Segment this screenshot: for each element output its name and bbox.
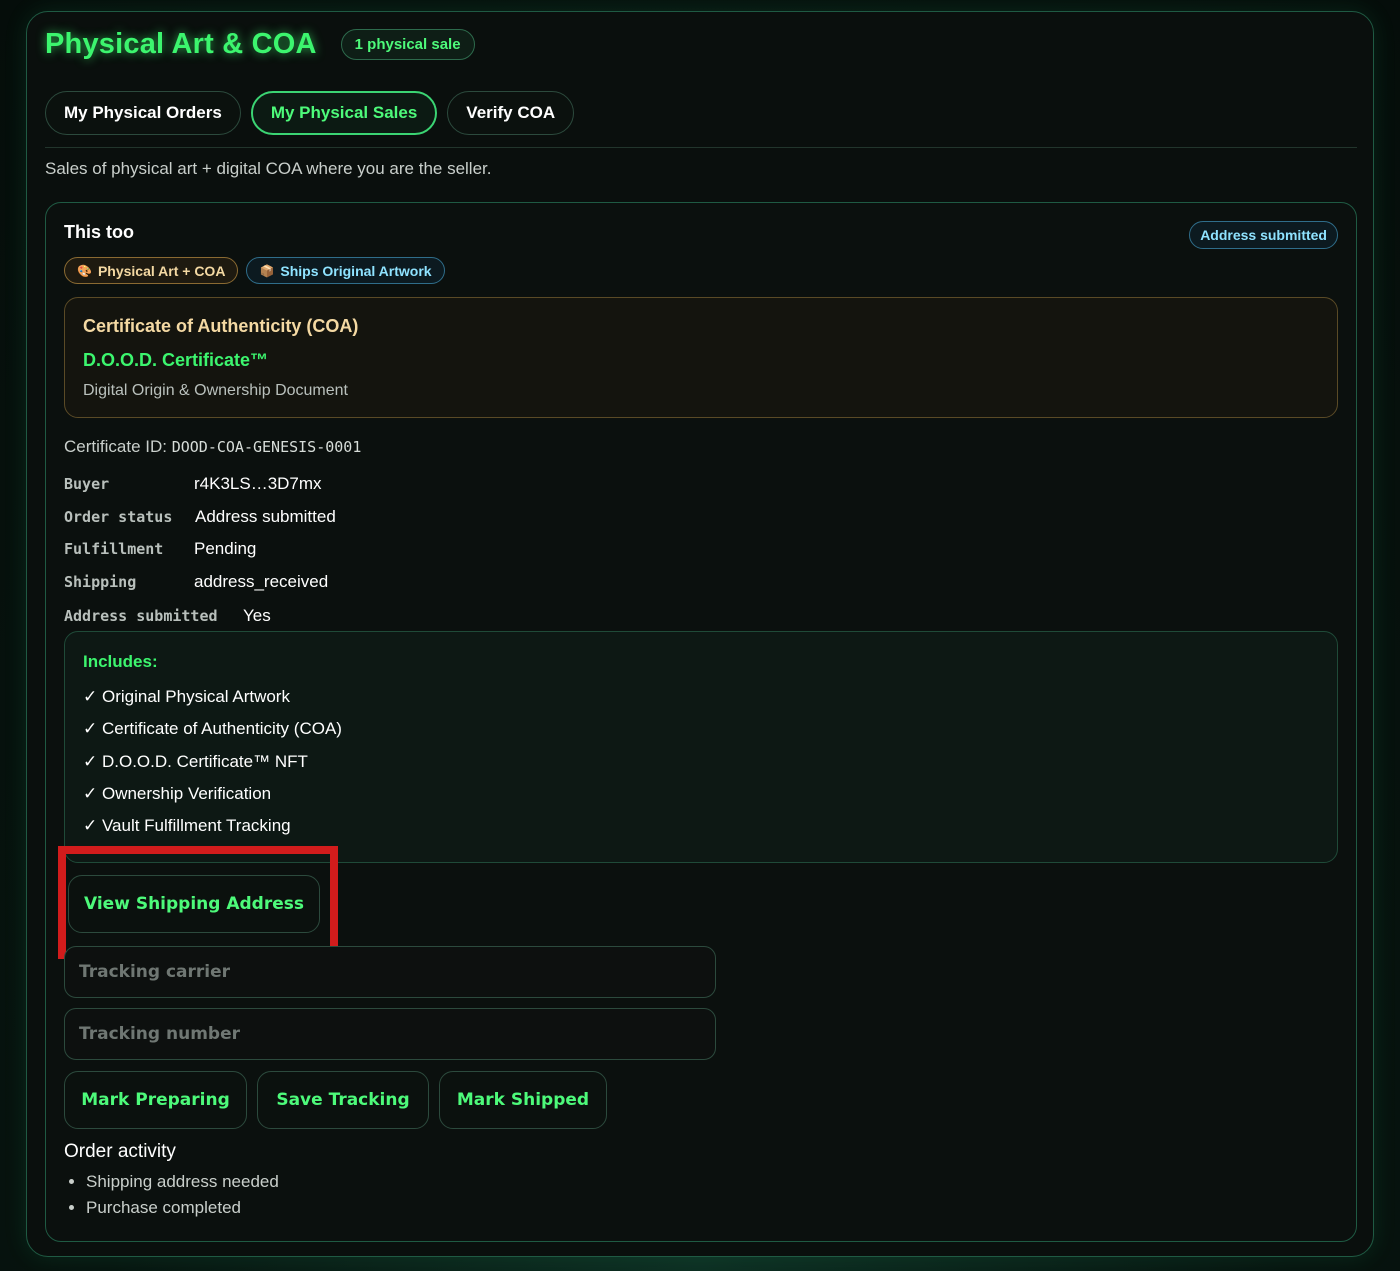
order-activity-title: Order activity [64,1141,176,1162]
detail-row-shipping: Shipping address_received [64,572,328,592]
package-icon: 📦 [259,263,275,278]
sales-count-badge: 1 physical sale [340,29,475,60]
artwork-title: This too [64,222,134,242]
detail-value: Address submitted [195,507,336,526]
list-item: Purchase completed [86,1196,279,1222]
sale-card: This too Address submitted 🎨 Physical Ar… [45,202,1357,1242]
sale-type-pills: 🎨 Physical Art + COA 📦 Ships Original Ar… [64,257,445,284]
detail-value: r4K3LS…3D7mx [194,474,322,493]
page-subtitle: Sales of physical art + digital COA wher… [45,159,492,178]
pill-label: Ships Original Artwork [280,262,432,279]
list-item: ✓ Certificate of Authenticity (COA) [83,719,342,739]
detail-value: Yes [243,606,271,625]
palette-icon: 🎨 [77,263,92,278]
list-item: Shipping address needed [86,1170,279,1196]
coa-certificate-name: D.O.O.D. Certificate™ [83,350,269,370]
status-badge: Address submitted [1189,221,1338,249]
pill-label: Physical Art + COA [97,262,226,279]
list-item: ✓ D.O.O.D. Certificate™ NFT [83,751,308,771]
coa-box: Certificate of Authenticity (COA) D.O.O.… [64,297,1338,418]
detail-label: Shipping [64,573,137,591]
tab-bar: My Physical Orders My Physical Sales Ver… [45,91,575,135]
page-header: Physical Art & COA 1 physical sale [45,28,475,61]
detail-label: Buyer [64,475,110,493]
detail-label: Address submitted [64,607,218,625]
certificate-id-value: DOOD-COA-GENESIS-0001 [171,438,362,456]
detail-label: Fulfillment [64,540,164,558]
detail-row-address-submitted: Address submitted Yes [64,606,271,626]
tab-my-physical-orders[interactable]: My Physical Orders [45,91,241,135]
list-item: ✓ Vault Fulfillment Tracking [83,816,291,836]
detail-value: address_received [194,572,329,591]
includes-box: Includes: ✓ Original Physical Artwork ✓ … [64,631,1338,863]
coa-description: Digital Origin & Ownership Document [83,382,348,399]
detail-row-buyer: Buyer r4K3LS…3D7mx [64,474,322,494]
includes-title: Includes: [83,652,158,671]
tracking-carrier-input[interactable] [64,946,716,998]
list-item: ✓ Ownership Verification [83,783,272,803]
coa-heading: Certificate of Authenticity (COA) [83,316,359,336]
detail-row-fulfillment: Fulfillment Pending [64,539,256,559]
includes-list: ✓ Original Physical Artwork ✓ Certificat… [83,684,342,845]
tab-verify-coa[interactable]: Verify COA [447,91,575,135]
tab-my-physical-sales[interactable]: My Physical Sales [250,91,438,135]
certificate-id-label: Certificate ID: [64,437,167,456]
page-title: Physical Art & COA [45,28,317,60]
pill-ships-original: 📦 Ships Original Artwork [246,257,445,284]
pill-physical-art-coa: 🎨 Physical Art + COA [64,257,239,284]
mark-shipped-button[interactable]: Mark Shipped [439,1071,607,1129]
physical-art-panel: Physical Art & COA 1 physical sale My Ph… [26,11,1374,1257]
save-tracking-button[interactable]: Save Tracking [257,1071,429,1129]
detail-label: Order status [64,508,173,526]
mark-preparing-button[interactable]: Mark Preparing [64,1071,247,1129]
detail-value: Pending [194,539,257,558]
order-activity-list: Shipping address needed Purchase complet… [86,1170,279,1222]
list-item: ✓ Original Physical Artwork [83,687,290,706]
detail-row-order-status: Order status Address submitted [64,507,336,527]
tracking-number-input[interactable] [64,1008,716,1060]
header-divider [45,147,1357,148]
certificate-id: Certificate ID: DOOD-COA-GENESIS-0001 [64,437,361,457]
view-shipping-address-button[interactable]: View Shipping Address [68,875,320,933]
